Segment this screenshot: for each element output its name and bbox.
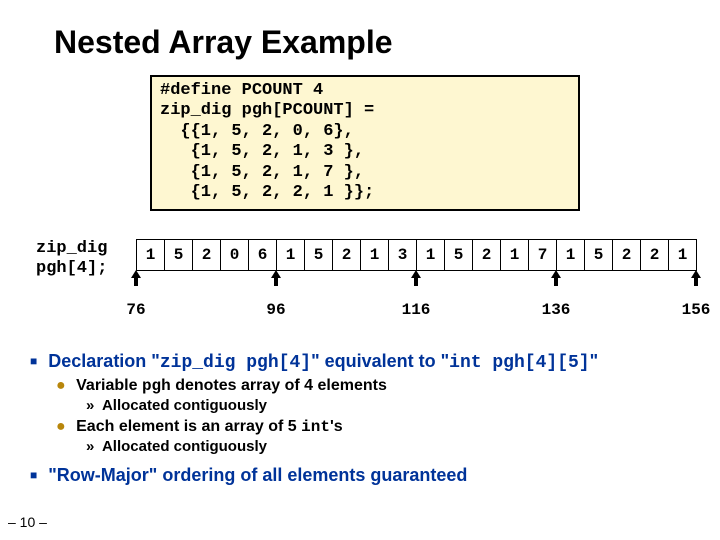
memory-cell: 2 — [193, 240, 221, 271]
text: "Row-Major" ordering of all elements gua… — [48, 465, 467, 485]
address-label: 116 — [402, 301, 431, 319]
memory-cell: 3 — [389, 240, 417, 271]
text: " — [590, 351, 599, 371]
text: Each element is an array of 5 — [76, 418, 301, 435]
memory-cell: 5 — [305, 240, 333, 271]
slide-title: Nested Array Example — [54, 24, 702, 61]
text: Allocated contiguously — [102, 438, 267, 455]
memory-diagram: zip_dig pgh[4]; 15206152131521715221 769… — [36, 235, 702, 345]
memory-cell: 7 — [529, 240, 557, 271]
memory-cell: 0 — [221, 240, 249, 271]
memory-cell: 1 — [669, 240, 697, 271]
text: " equivalent to " — [311, 351, 449, 371]
memory-cell: 2 — [473, 240, 501, 271]
memory-cell: 5 — [165, 240, 193, 271]
address-label: 76 — [126, 301, 145, 319]
memory-cell: 6 — [249, 240, 277, 271]
text: Declaration " — [48, 351, 160, 371]
code-inline: int — [301, 418, 330, 436]
memory-table: 15206152131521715221 — [136, 239, 697, 271]
memory-cell: 5 — [445, 240, 473, 271]
text: denotes array of 4 elements — [171, 377, 387, 394]
memory-cell: 1 — [277, 240, 305, 271]
address-label: 96 — [266, 301, 285, 319]
page-number: – 10 – — [8, 514, 47, 530]
bullet-area: ■ Declaration "zip_dig pgh[4]" equivalen… — [30, 351, 702, 486]
memory-cell: 1 — [417, 240, 445, 271]
code-inline: zip_dig pgh[4] — [160, 353, 311, 373]
text: Variable — [76, 377, 142, 394]
bullet-each-element: ● Each element is an array of 5 int's — [56, 418, 702, 436]
memory-label: zip_dig pgh[4]; — [36, 239, 107, 278]
code-block: #define PCOUNT 4 zip_dig pgh[PCOUNT] = {… — [150, 75, 580, 211]
memory-cell: 1 — [137, 240, 165, 271]
bullet-alloc-contig-1: » Allocated contiguously — [86, 397, 702, 414]
chevron-bullet-icon: » — [86, 397, 94, 414]
slide: Nested Array Example #define PCOUNT 4 zi… — [0, 0, 720, 540]
chevron-bullet-icon: » — [86, 438, 94, 455]
code-inline: int pgh[4][5] — [449, 353, 589, 373]
text: 's — [330, 418, 343, 435]
memory-cell: 1 — [501, 240, 529, 271]
memory-cell: 5 — [585, 240, 613, 271]
code-inline: pgh — [142, 377, 171, 395]
square-bullet-icon: ■ — [30, 468, 37, 482]
memory-cell: 2 — [333, 240, 361, 271]
memory-cell: 2 — [613, 240, 641, 271]
bullet-row-major: ■ "Row-Major" ordering of all elements g… — [30, 465, 702, 486]
bullet-alloc-contig-2: » Allocated contiguously — [86, 438, 702, 455]
address-label: 156 — [682, 301, 711, 319]
memory-cell: 1 — [361, 240, 389, 271]
address-label: 136 — [542, 301, 571, 319]
memory-cell: 1 — [557, 240, 585, 271]
bullet-declaration: ■ Declaration "zip_dig pgh[4]" equivalen… — [30, 351, 702, 373]
disc-bullet-icon: ● — [56, 418, 66, 435]
square-bullet-icon: ■ — [30, 354, 37, 368]
text: Allocated contiguously — [102, 397, 267, 414]
memory-cell: 2 — [641, 240, 669, 271]
bullet-variable-pgh: ● Variable pgh denotes array of 4 elemen… — [56, 377, 702, 395]
disc-bullet-icon: ● — [56, 377, 66, 394]
